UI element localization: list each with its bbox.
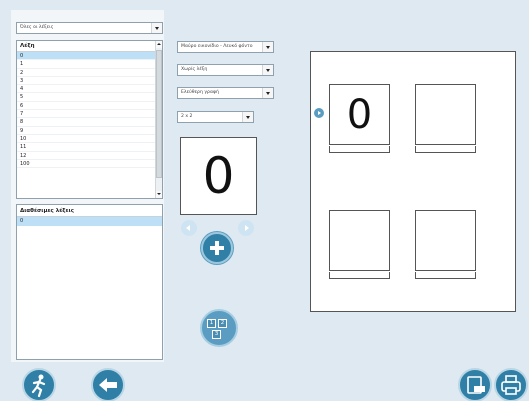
available-words-header: Διαθέσιμες λέξεις (17, 205, 162, 217)
add-card-button[interactable] (201, 232, 233, 264)
back-arrow-icon (99, 378, 117, 392)
list-item[interactable]: 8 (17, 118, 156, 127)
list-item[interactable]: 12 (17, 152, 156, 160)
list-item[interactable]: 2 (17, 69, 156, 77)
list-item[interactable]: 0 (17, 52, 156, 61)
list-item[interactable]: 6 (17, 102, 156, 111)
layout-cell: 1 (207, 319, 216, 328)
list-item[interactable]: 9 (17, 127, 156, 135)
list-item[interactable]: 11 (17, 143, 156, 152)
word-filter-select[interactable]: Όλες οι λέξεις (16, 22, 163, 34)
word-mode-value: Χωρίς λέξη (181, 67, 208, 72)
sheet-card[interactable] (415, 210, 476, 271)
word-list[interactable]: Λέξη 0 1 2 3 4 5 6 7 8 9 10 11 12 100 (16, 40, 163, 199)
grid-size-select[interactable]: 2 x 2 (177, 111, 254, 123)
available-words-list[interactable]: Διαθέσιμες λέξεις 0 (16, 204, 163, 360)
word-list-scrollbar[interactable] (155, 41, 162, 198)
scroll-down-icon[interactable] (156, 191, 162, 198)
exit-button[interactable] (22, 368, 56, 401)
list-item[interactable]: 100 (17, 160, 156, 169)
font-mode-select[interactable]: Ελεύθερη γραφή (177, 87, 274, 99)
scroll-thumb[interactable] (156, 50, 162, 178)
chevron-down-icon[interactable] (262, 42, 273, 52)
list-item[interactable]: 5 (17, 93, 156, 102)
chevron-right-icon[interactable] (238, 220, 254, 236)
printer-icon (501, 375, 521, 395)
card-symbol: 0 (346, 91, 373, 138)
sheet-card[interactable]: 0 (329, 84, 390, 145)
layout-order-button[interactable]: 1 2 3 (200, 309, 238, 347)
chevron-down-icon[interactable] (262, 65, 273, 75)
print-button[interactable] (494, 368, 528, 401)
exit-running-man-icon (31, 374, 46, 398)
back-button[interactable] (91, 368, 125, 401)
color-mode-value: Μαύρο εικονίδιο - Λευκό φόντο (181, 44, 253, 49)
color-mode-select[interactable]: Μαύρο εικονίδιο - Λευκό φόντο (177, 41, 274, 53)
card-label-strip (329, 272, 390, 279)
symbol-preview: 0 (180, 137, 257, 215)
chevron-down-icon[interactable] (151, 23, 162, 33)
current-card-pointer-icon (314, 108, 324, 118)
pdf-export-button[interactable] (458, 368, 492, 401)
list-item[interactable]: 10 (17, 135, 156, 144)
grid-size-value: 2 x 2 (181, 114, 193, 119)
list-item[interactable]: 7 (17, 110, 156, 119)
layout-cell: 2 (218, 319, 227, 328)
chevron-down-icon[interactable] (242, 112, 253, 122)
bottom-toolbar (0, 371, 529, 401)
plus-icon (210, 241, 224, 255)
preview-symbol: 0 (202, 147, 235, 205)
scroll-up-icon[interactable] (156, 41, 162, 48)
word-list-rows: 0 1 2 3 4 5 6 7 8 9 10 11 12 100 (17, 52, 162, 169)
card-label-strip (329, 146, 390, 153)
word-mode-select[interactable]: Χωρίς λέξη (177, 64, 274, 76)
font-mode-value: Ελεύθερη γραφή (181, 90, 219, 95)
list-item[interactable]: 0 (17, 217, 162, 226)
sheet-card[interactable] (329, 210, 390, 271)
list-item[interactable]: 3 (17, 77, 156, 86)
word-filter-value: Όλες οι λέξεις (20, 25, 54, 30)
chevron-down-icon[interactable] (262, 88, 273, 98)
list-item[interactable]: 4 (17, 85, 156, 94)
card-label-strip (415, 146, 476, 153)
chevron-left-icon[interactable] (181, 220, 197, 236)
card-label-strip (415, 272, 476, 279)
word-list-header: Λέξη (17, 41, 156, 52)
pdf-export-icon (467, 376, 485, 394)
layout-cell: 3 (212, 330, 221, 339)
list-item[interactable]: 1 (17, 60, 156, 69)
sheet-card[interactable] (415, 84, 476, 145)
